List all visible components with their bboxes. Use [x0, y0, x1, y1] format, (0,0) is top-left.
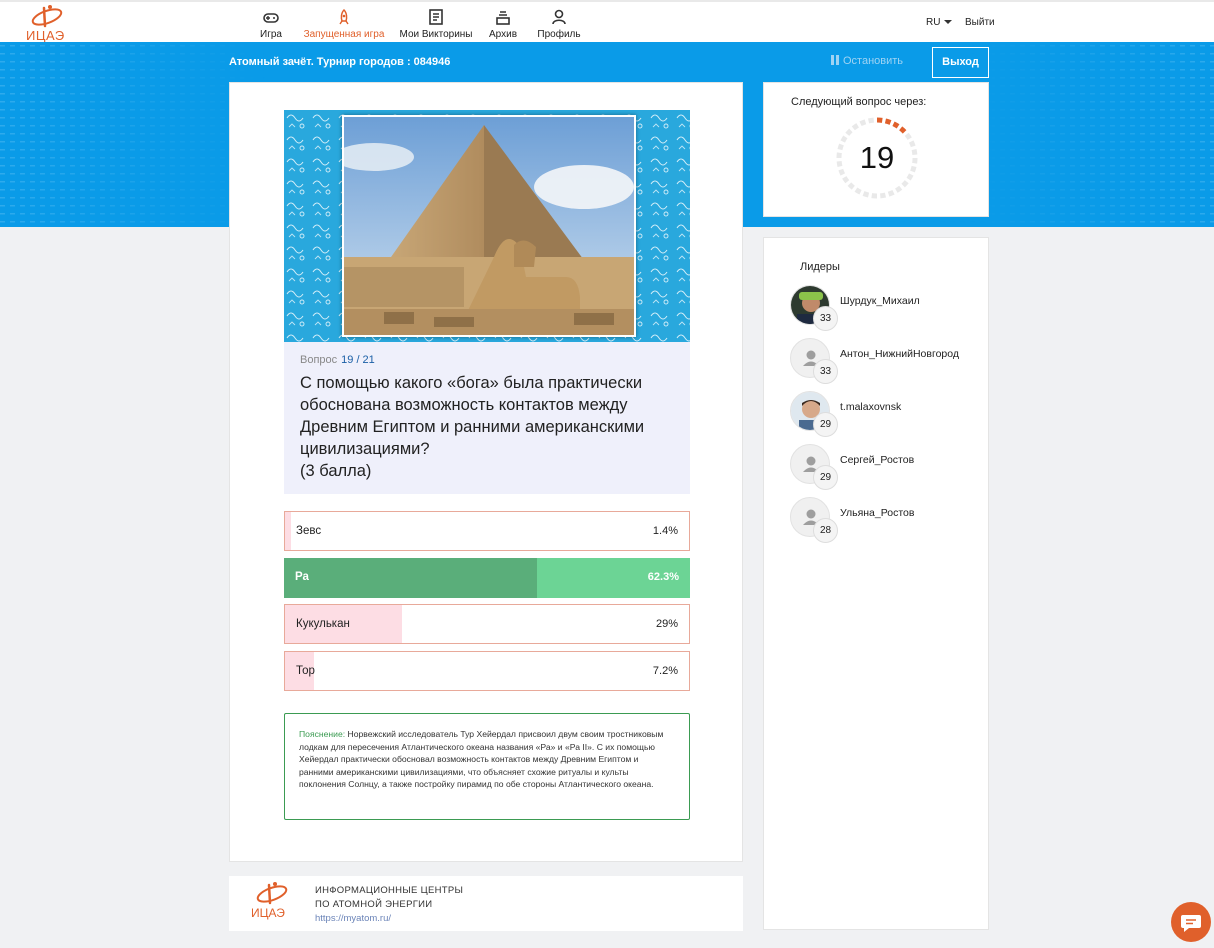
- score-badge: 33: [813, 306, 838, 331]
- question-points: (3 балла): [300, 462, 372, 480]
- nav-label: Архив: [488, 29, 518, 40]
- answer-option-correct[interactable]: Ра 62.3%: [284, 558, 690, 598]
- question-text: С помощью какого «бога» была практически…: [300, 374, 645, 458]
- pause-icon: [831, 55, 839, 65]
- timer-card: Следующий вопрос через: 19: [763, 82, 989, 217]
- answer-option[interactable]: Зевс 1.4%: [284, 511, 690, 551]
- footer-link[interactable]: https://myatom.ru/: [315, 913, 391, 924]
- language-select[interactable]: RU: [926, 17, 953, 28]
- footer-logo: ИЦАЭ: [249, 881, 293, 923]
- leader-item[interactable]: 29 Сергей_Ростов: [790, 444, 980, 492]
- pyramid-photo: [342, 115, 636, 337]
- quiz-list-icon: [429, 9, 443, 25]
- answer-label: Тор: [296, 665, 315, 677]
- footer-org-line1: ИНФОРМАЦИОННЫЕ ЦЕНТРЫ: [315, 885, 464, 896]
- question-box: Вопрос 19 / 21 С помощью какого «бога» бы…: [284, 342, 690, 494]
- footer-org-line2: ПО АТОМНОЙ ЭНЕРГИИ: [315, 899, 433, 910]
- answer-percent: 29%: [655, 618, 678, 630]
- footer-logo-text: ИЦАЭ: [251, 906, 285, 920]
- question-prefix: Вопрос: [300, 354, 338, 366]
- score-badge: 28: [813, 518, 838, 543]
- user-icon: [552, 9, 566, 25]
- question-number: 19 / 21: [341, 354, 375, 366]
- nav-item-game[interactable]: Игра: [248, 8, 294, 40]
- nav-label: Запущенная игра: [303, 29, 385, 40]
- nav-label: Игра: [260, 29, 282, 40]
- logo-mark-icon: [31, 5, 63, 28]
- leader-item[interactable]: 28 Ульяна_Ростов: [790, 497, 980, 545]
- logo-text: ИЦАЭ: [26, 28, 65, 43]
- question-image: [284, 110, 690, 342]
- leader-name: Ульяна_Ростов: [840, 507, 915, 519]
- explanation-head: Пояснение:: [299, 729, 346, 739]
- footer-card: ИЦАЭ ИНФОРМАЦИОННЫЕ ЦЕНТРЫ ПО АТОМНОЙ ЭН…: [229, 876, 743, 931]
- leader-item[interactable]: 29 t.malaxovnsk: [790, 391, 980, 439]
- answer-share-bar: [284, 558, 537, 598]
- nav-item-running-game[interactable]: Запущенная игра: [294, 8, 394, 40]
- top-navbar: ИЦАЭ Игра Запущенная игра Мои Викторины …: [0, 0, 1214, 43]
- main-nav: Игра Запущенная игра Мои Викторины Архив…: [248, 8, 590, 40]
- language-value: RU: [926, 17, 941, 28]
- leader-item[interactable]: 33 Шурдук_Михаил: [790, 285, 980, 333]
- score-badge: 29: [813, 412, 838, 437]
- answer-label: Кукулькан: [296, 618, 350, 630]
- question-counter: Вопрос 19 / 21: [300, 354, 674, 366]
- score-badge: 33: [813, 359, 838, 384]
- gamepad-icon: [263, 13, 279, 23]
- answer-option[interactable]: Кукулькан 29%: [284, 604, 690, 644]
- pyramid-illustration: [344, 117, 634, 335]
- leader-name: Шурдук_Михаил: [840, 295, 920, 307]
- leaders-card: Лидеры 33 Шурдук_Михаил 33 Антон_НижнийН…: [763, 237, 989, 930]
- nav-item-archive[interactable]: Архив: [478, 8, 528, 40]
- nav-label: Мои Викторины: [399, 29, 473, 40]
- stop-label: Остановить: [843, 55, 904, 67]
- timer-label: Следующий вопрос через:: [791, 96, 927, 108]
- chevron-down-icon: [944, 20, 953, 25]
- leader-name: Антон_НижнийНовгород: [840, 348, 959, 360]
- explanation-text: Норвежский исследователь Тур Хейердал пр…: [299, 729, 664, 790]
- answer-label: Ра: [295, 571, 309, 583]
- chat-icon: [1181, 915, 1201, 932]
- exit-button[interactable]: Выход: [932, 47, 989, 78]
- logo-mark-icon: [256, 882, 288, 905]
- leader-item[interactable]: 33 Антон_НижнийНовгород: [790, 338, 980, 386]
- question-card: Вопрос 19 / 21 С помощью какого «бога» бы…: [229, 82, 743, 862]
- answer-label: Зевс: [296, 525, 322, 537]
- leader-name: t.malaxovnsk: [840, 401, 902, 413]
- answer-option[interactable]: Тор 7.2%: [284, 651, 690, 691]
- timer-seconds: 19: [859, 140, 895, 175]
- answer-percent: 1.4%: [652, 525, 678, 537]
- answer-percent: 62.3%: [647, 571, 679, 583]
- leaders-title: Лидеры: [800, 261, 840, 273]
- leader-name: Сергей_Ростов: [840, 454, 915, 466]
- score-badge: 29: [813, 465, 838, 490]
- rocket-icon: [339, 8, 349, 25]
- chat-button[interactable]: [1171, 902, 1211, 942]
- nav-item-profile[interactable]: Профиль: [528, 8, 590, 40]
- nav-item-my-quizzes[interactable]: Мои Викторины: [394, 8, 478, 40]
- answer-share-bar: [285, 512, 291, 550]
- archive-icon: [496, 11, 510, 25]
- tournament-title: Атомный зачёт. Турнир городов : 084946: [229, 56, 451, 68]
- answer-percent: 7.2%: [652, 665, 678, 677]
- nav-label: Профиль: [537, 29, 581, 40]
- stop-button[interactable]: Остановить: [831, 55, 903, 67]
- logout-link[interactable]: Выйти: [965, 17, 995, 28]
- logo[interactable]: ИЦАЭ: [24, 4, 68, 43]
- explanation-box: Пояснение: Норвежский исследователь Тур …: [284, 713, 690, 820]
